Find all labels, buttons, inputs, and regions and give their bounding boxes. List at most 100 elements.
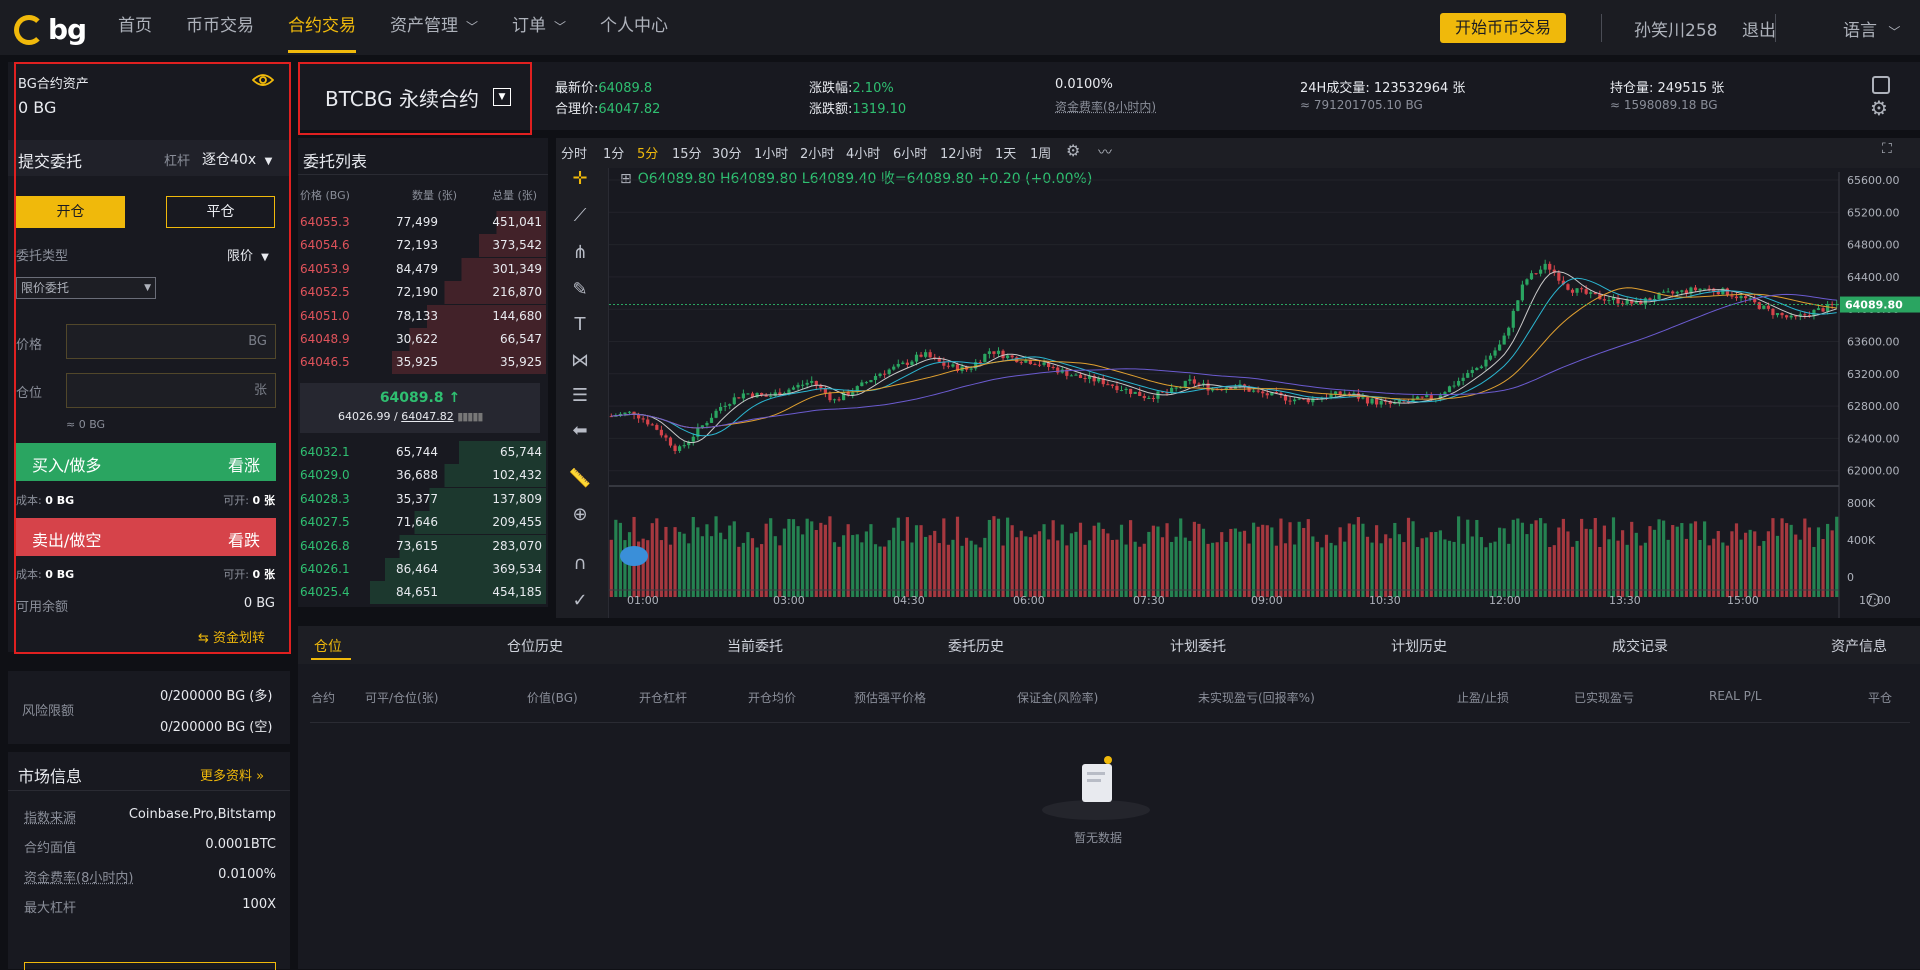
position-input[interactable]: 张 <box>66 373 276 408</box>
timeframe-5[interactable]: 1小时 <box>754 143 788 162</box>
positions-tab-0[interactable]: 仓位 <box>314 636 342 656</box>
candle-body <box>801 384 805 386</box>
transfer-link[interactable]: ⇆ 资金划转 <box>198 627 265 646</box>
volume-bar <box>896 517 900 597</box>
order-type-select[interactable]: 限价 ▼ <box>227 245 269 264</box>
text-icon[interactable]: T <box>567 314 593 340</box>
timeframe-11[interactable]: 1周 <box>1030 143 1051 162</box>
volume-bar <box>860 542 864 597</box>
timeframe-6[interactable]: 2小时 <box>800 143 834 162</box>
contract-name[interactable]: BTCBG 永续合约 <box>325 83 479 112</box>
brush-icon[interactable]: ✎ <box>567 279 593 305</box>
timeframe-2[interactable]: 5分 <box>637 143 658 162</box>
pattern-icon[interactable]: ⋈ <box>567 350 593 376</box>
timeframe-7[interactable]: 4小时 <box>846 143 880 162</box>
risk-long: 0/200000 BG (多) <box>160 689 273 704</box>
leverage-select[interactable]: 逐仓40x ▼ <box>202 149 272 169</box>
timeframe-8[interactable]: 6小时 <box>893 143 927 162</box>
logo[interactable]: bg <box>14 13 87 46</box>
eye-icon[interactable] <box>251 72 275 92</box>
fullscreen-icon[interactable]: ⛶ <box>1882 141 1892 157</box>
lock-icon[interactable]: ✓ <box>567 590 593 616</box>
pitchfork-icon[interactable]: ⋔ <box>567 242 593 268</box>
timeframe-3[interactable]: 15分 <box>672 143 702 162</box>
timeframe-9[interactable]: 12小时 <box>940 143 983 162</box>
nav-home[interactable]: 首页 <box>118 0 152 55</box>
bid-row[interactable]: 64026.1 86,464 369,534 <box>298 558 546 581</box>
positions-tab-5[interactable]: 计划历史 <box>1391 636 1447 656</box>
market-row: 资金费率(8小时内) 0.0100% <box>24 867 276 886</box>
volume-bar <box>955 516 960 597</box>
candle-body <box>1520 284 1524 301</box>
candle-body <box>828 393 832 401</box>
bid-row[interactable]: 64025.4 84,651 454,185 <box>298 581 546 605</box>
positions-tab-2[interactable]: 当前委托 <box>727 636 783 656</box>
candle-body <box>1147 397 1151 399</box>
ask-row[interactable]: 64046.5 35,925 35,925 <box>298 351 546 375</box>
volume-bar <box>1356 517 1360 597</box>
trendline-icon[interactable]: ⟋ <box>567 205 593 231</box>
arrow-left-icon[interactable]: ⬅ <box>567 420 593 446</box>
ask-row[interactable]: 64048.9 30,622 66,547 <box>298 328 546 351</box>
volume-bar <box>1297 521 1301 597</box>
positions-tab-7[interactable]: 资产信息 <box>1831 636 1887 656</box>
timeframe-4[interactable]: 30分 <box>712 143 742 162</box>
ask-row[interactable]: 64054.6 72,193 373,542 <box>298 234 546 258</box>
bid-row[interactable]: 64026.8 73,615 283,070 <box>298 534 546 558</box>
username[interactable]: 孙笑川258 <box>1634 16 1717 41</box>
buy-long-button[interactable]: 买入/做多 看涨 <box>16 443 276 481</box>
timeframe-1[interactable]: 1分 <box>603 143 624 162</box>
price-input[interactable]: BG <box>66 324 276 359</box>
close-position-tab[interactable]: 平仓 <box>166 196 275 228</box>
ask-row[interactable]: 64051.0 78,133 144,680 <box>298 304 546 328</box>
magnet-icon[interactable]: ∩ <box>567 553 593 579</box>
positions-tab-4[interactable]: 计划委托 <box>1170 636 1226 656</box>
candle-body <box>1461 377 1465 381</box>
language-select[interactable]: 语言 ﹀ <box>1843 16 1900 41</box>
candle-body <box>1151 397 1155 399</box>
timeframe-10[interactable]: 1天 <box>995 143 1016 162</box>
nav-spot[interactable]: 币币交易 <box>186 0 254 55</box>
bid-row[interactable]: 64028.3 35,377 137,809 <box>298 487 546 511</box>
ask-qty: 72,193 <box>396 238 438 253</box>
nav-orders[interactable]: 订单 ﹀ <box>512 0 566 55</box>
candlestick-chart[interactable]: 65600.0065200.0064800.0064400.0064000.00… <box>609 172 1920 618</box>
nav-assets[interactable]: 资产管理 ﹀ <box>390 0 478 55</box>
volume-bar <box>987 519 991 597</box>
positions-tab-6[interactable]: 成交记录 <box>1612 636 1668 656</box>
settings-gear-icon[interactable]: ⚙ <box>1870 96 1888 120</box>
column-header: 已实现盈亏 <box>1574 691 1635 705</box>
ruler-icon[interactable]: 📏 <box>567 468 593 494</box>
bid-qty: 36,688 <box>396 468 438 483</box>
bid-row[interactable]: 64027.5 71,646 209,455 <box>298 511 546 535</box>
timeframe-0[interactable]: 分时 <box>561 143 587 162</box>
nav-profile[interactable]: 个人中心 <box>600 0 668 55</box>
candle-body <box>1475 367 1479 371</box>
candle-body <box>860 382 864 387</box>
nav-contract[interactable]: 合约交易 <box>288 0 356 55</box>
volume-bar <box>1343 541 1347 597</box>
indicators-icon[interactable]: 〰 <box>1098 142 1112 162</box>
open-position-tab[interactable]: 开仓 <box>16 196 125 228</box>
limit-order-select[interactable]: 限价委托 ▼ <box>16 277 156 299</box>
layout-icon[interactable] <box>1872 76 1890 94</box>
ask-row[interactable]: 64055.3 77,499 451,041 <box>298 211 546 234</box>
contract-dropdown-icon[interactable]: ▼ <box>493 88 511 106</box>
crosshair-icon[interactable]: ✛ <box>567 168 593 194</box>
ask-row[interactable]: 64052.5 72,190 216,870 <box>298 281 546 305</box>
start-spot-trading-button[interactable]: 开始币币交易 <box>1440 13 1566 43</box>
more-info-link[interactable]: 更多资料 » <box>200 765 264 784</box>
logout-link[interactable]: 退出 <box>1742 16 1776 41</box>
positions-tab-1[interactable]: 仓位历史 <box>507 636 563 656</box>
zoom-in-icon[interactable]: ⊕ <box>567 504 593 530</box>
ask-row[interactable]: 64053.9 84,479 301,349 <box>298 257 546 281</box>
sell-short-button[interactable]: 卖出/做空 看跌 <box>16 518 276 556</box>
volume-bar <box>1666 539 1670 597</box>
bid-row[interactable]: 64029.0 36,688 102,432 <box>298 464 546 488</box>
positions-tab-3[interactable]: 委托历史 <box>948 636 1004 656</box>
volume-bar <box>1365 536 1370 597</box>
bid-row[interactable]: 64032.1 65,744 65,744 <box>298 441 546 464</box>
candle-body <box>1447 386 1452 393</box>
chart-settings-icon[interactable]: ⚙ <box>1066 141 1080 160</box>
fib-icon[interactable]: ☰ <box>567 385 593 411</box>
